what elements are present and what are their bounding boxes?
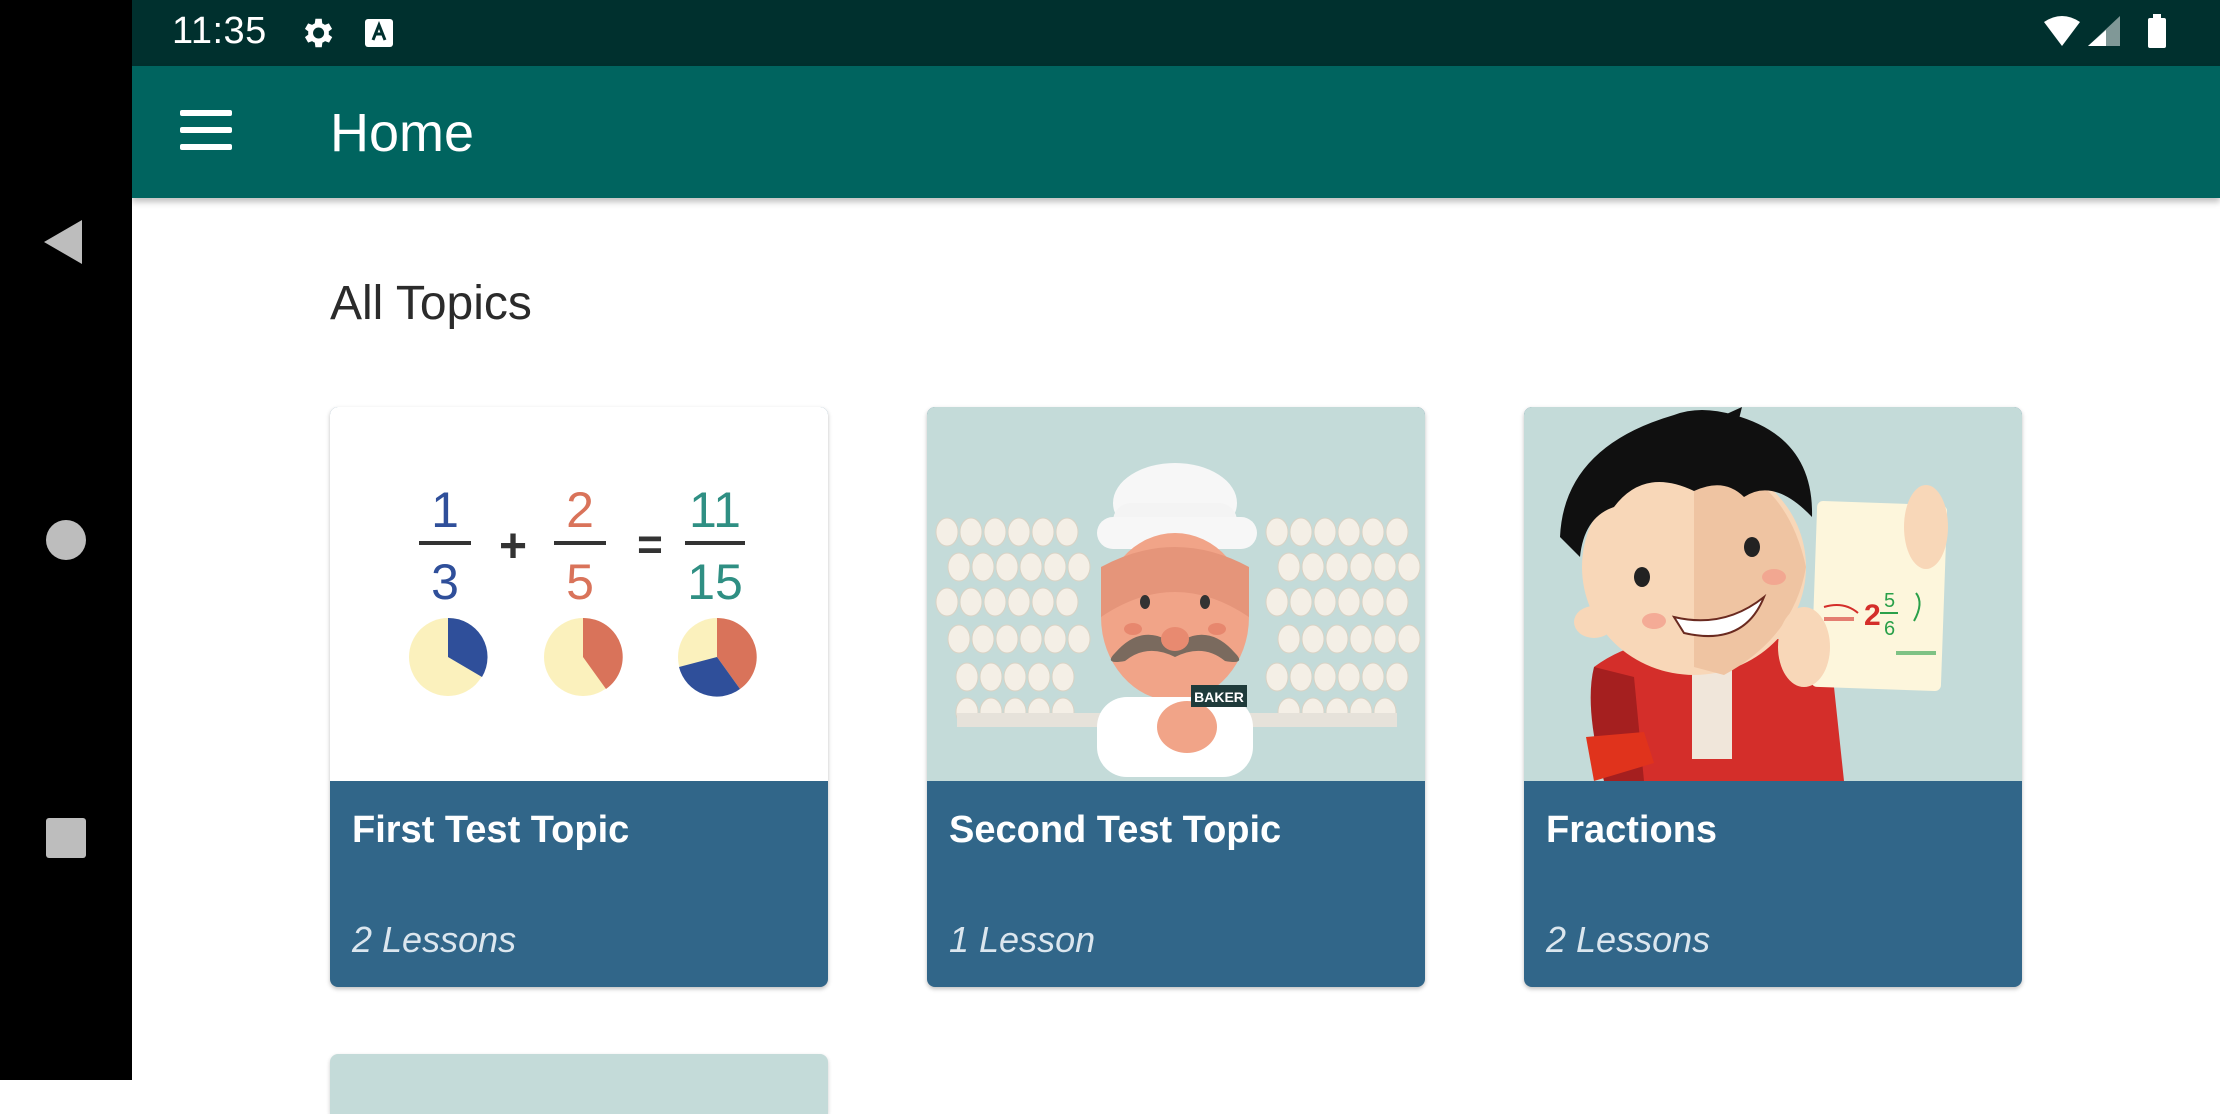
- pie-one-third: [409, 617, 488, 696]
- topic-title: First Test Topic: [352, 809, 630, 851]
- fraction-3-numerator: 11: [689, 482, 741, 538]
- topic-illustration-fractions-sum: 1 3 + 2 5 = 11 15: [330, 407, 828, 781]
- gear-icon: [298, 14, 336, 52]
- paper-denominator: 6: [1884, 618, 1895, 640]
- status-bar: 11:35: [132, 0, 2220, 66]
- topic-card-fractions[interactable]: 2 5 6 Fractions 2 Lessons: [1524, 407, 2022, 987]
- pie-eleven-fifteenths: [678, 617, 757, 697]
- paper-numerator: 5: [1884, 590, 1895, 612]
- plus-sign: +: [499, 520, 527, 573]
- keyboard-a-icon: [364, 18, 394, 48]
- wifi-icon: [2044, 16, 2080, 46]
- home-icon[interactable]: [36, 510, 96, 570]
- topic-lesson-count: 2 Lessons: [1546, 919, 1711, 960]
- topic-title: Fractions: [1546, 809, 1718, 851]
- baker-badge: BAKER: [1194, 689, 1244, 705]
- topic-card-partial[interactable]: [330, 1054, 828, 1114]
- navigation-bar: [0, 0, 132, 1080]
- topic-card-first-test-topic[interactable]: 1 3 + 2 5 = 11 15 First Test Topic 2 Les…: [330, 407, 828, 987]
- fraction-2-numerator: 2: [566, 482, 594, 538]
- topic-title: Second Test Topic: [949, 809, 1282, 851]
- page-title: Home: [330, 103, 475, 163]
- hamburger-menu-icon[interactable]: [180, 110, 236, 154]
- pie-two-fifths: [544, 617, 623, 696]
- battery-icon: [2148, 14, 2166, 48]
- topic-lesson-count: 2 Lessons: [352, 919, 517, 960]
- fraction-2-denominator: 5: [566, 554, 594, 610]
- topic-lesson-count: 1 Lesson: [949, 919, 1096, 960]
- fraction-1-numerator: 1: [431, 482, 459, 538]
- status-right-icons: [2040, 14, 2180, 52]
- topic-card-second-test-topic[interactable]: BAKER Second Test Topic 1 Lesson: [927, 407, 1425, 987]
- status-time: 11:35: [172, 10, 267, 52]
- topic-illustration-baker: BAKER: [927, 407, 1425, 781]
- recents-icon[interactable]: [36, 808, 96, 868]
- topic-illustration-boy-with-paper: 2 5 6: [1524, 407, 2022, 781]
- section-title: All Topics: [330, 277, 532, 330]
- fraction-3-denominator: 15: [687, 554, 743, 610]
- back-icon[interactable]: [36, 212, 96, 272]
- paper-whole-number: 2: [1864, 599, 1881, 632]
- equals-sign: =: [637, 520, 663, 569]
- cellular-signal-icon: [2088, 16, 2120, 46]
- app-bar: Home: [132, 66, 2220, 198]
- fraction-1-denominator: 3: [431, 554, 459, 610]
